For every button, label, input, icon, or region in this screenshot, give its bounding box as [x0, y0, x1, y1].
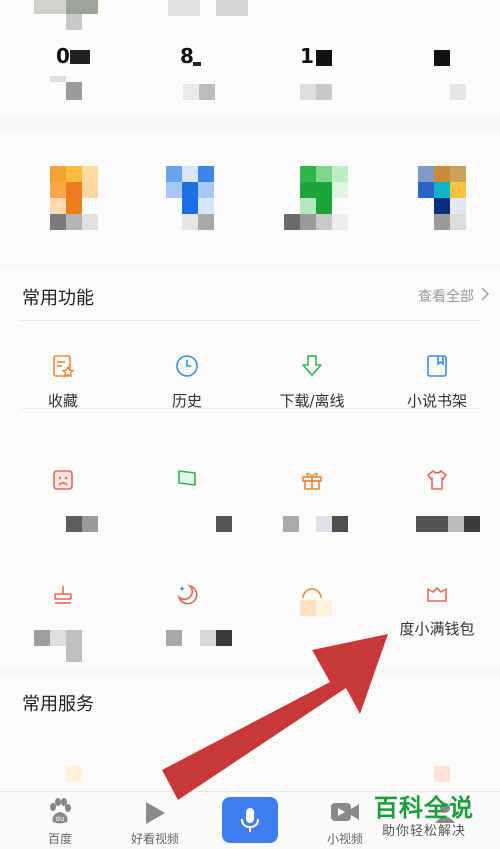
shirt-icon: [425, 468, 449, 492]
blur-block: [316, 516, 332, 532]
stat-value: 1: [300, 44, 314, 68]
chevron-right-icon: [480, 286, 490, 306]
app-icon[interactable]: [418, 166, 468, 230]
blur-block: [434, 766, 450, 782]
wallet-icon: [425, 582, 449, 606]
blur-block: [283, 516, 299, 532]
gift-icon: [300, 468, 324, 492]
blur-block: [168, 0, 200, 16]
divider: [20, 320, 480, 321]
mic-icon: [240, 807, 260, 837]
func-item[interactable]: [392, 468, 482, 558]
nav-label: 小视频: [326, 832, 363, 846]
blur-block: [34, 0, 66, 14]
watermark-subtitle: 助你轻松解决: [382, 824, 467, 839]
favorites-icon: [51, 354, 75, 378]
blur-block: [70, 50, 90, 64]
func-history[interactable]: 历史: [142, 354, 232, 444]
nav-label: 好看视频: [130, 832, 179, 846]
profile-page: 0 8 1 常用功能 查看全部 收藏 历史 下载/离线 小说书架 度小满钱包 常…: [0, 0, 500, 849]
blur-block: [66, 766, 82, 782]
bookshelf-icon: [425, 354, 449, 378]
func-download[interactable]: 下载/离线: [267, 354, 357, 444]
func-item[interactable]: [267, 582, 357, 672]
blur-block: [464, 516, 480, 532]
blur-block: [316, 600, 332, 616]
voice-search-button[interactable]: [222, 797, 278, 843]
common-services-section: 常用服务: [0, 676, 500, 791]
app-icon[interactable]: [284, 166, 350, 230]
nav-baidu[interactable]: du 百度: [20, 792, 100, 849]
blur-block: [66, 82, 82, 100]
blur-block: [166, 630, 182, 646]
paw-icon: du: [47, 798, 73, 830]
common-functions-section: 常用功能 查看全部 收藏 历史 下载/离线 小说书架 度小满钱包: [0, 270, 500, 670]
nav-label: 百度: [47, 832, 72, 846]
moon-star-icon: [175, 582, 199, 606]
stat-value: 8: [180, 44, 194, 68]
func-item[interactable]: [18, 468, 108, 558]
blur-block: [450, 84, 466, 100]
nav-haokan-video[interactable]: 好看视频: [115, 792, 195, 849]
video-camera-icon: [330, 801, 360, 827]
recent-apps: [0, 132, 500, 264]
stats-bar: 0 8 1: [0, 0, 500, 118]
blur-block: [216, 0, 248, 16]
func-bookshelf[interactable]: 小说书架: [392, 354, 482, 444]
blur-block: [216, 516, 232, 532]
func-item[interactable]: [142, 582, 232, 672]
nav-short-video[interactable]: 小视频: [305, 792, 385, 849]
section-title: 常用功能: [22, 288, 94, 309]
blur-block: [193, 62, 201, 66]
blur-block: [316, 50, 332, 66]
blur-block: [434, 50, 450, 66]
func-item[interactable]: [142, 468, 232, 558]
func-label: 度小满钱包: [399, 620, 475, 638]
download-icon: [300, 354, 324, 378]
blur-block: [66, 14, 82, 30]
blur-block: [216, 630, 232, 646]
blur-block: [34, 630, 50, 646]
blur-block: [66, 0, 98, 14]
func-item[interactable]: [18, 582, 108, 672]
view-all-link[interactable]: 查看全部: [418, 286, 490, 306]
face-card-icon: [51, 468, 75, 492]
blur-block: [50, 76, 66, 82]
watermark-title: 百科全说: [374, 794, 474, 822]
section-title: 常用服务: [22, 694, 94, 715]
play-icon: [143, 800, 167, 830]
flag-icon: [175, 468, 199, 492]
app-icon[interactable]: [50, 166, 100, 230]
clock-icon: [175, 354, 199, 378]
blur-block: [448, 516, 464, 532]
blur-block: [82, 516, 98, 532]
blur-block: [416, 516, 448, 532]
blur-block: [316, 84, 332, 100]
divider: [20, 408, 480, 409]
blur-block: [183, 84, 199, 100]
blur-block: [50, 630, 66, 646]
blur-block: [332, 516, 348, 532]
blur-block: [199, 84, 215, 100]
blur-block: [66, 630, 82, 662]
func-wallet[interactable]: 度小满钱包: [392, 582, 482, 672]
app-icon[interactable]: [166, 166, 216, 230]
blur-block: [300, 84, 316, 100]
view-all-label: 查看全部: [418, 289, 474, 305]
func-favorites[interactable]: 收藏: [18, 354, 108, 444]
svg-text:du: du: [56, 815, 65, 823]
blur-block: [200, 630, 216, 646]
stat-value: 0: [56, 44, 70, 68]
blur-block: [300, 600, 316, 616]
stamp-icon: [51, 582, 75, 606]
func-item[interactable]: [267, 468, 357, 558]
